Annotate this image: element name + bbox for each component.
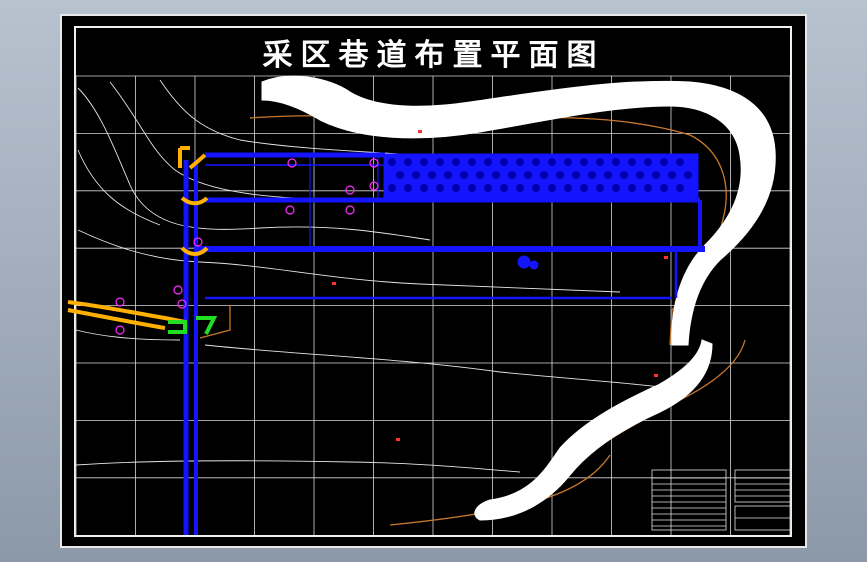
- panel-hole: [452, 158, 460, 166]
- panel-hole: [604, 171, 612, 179]
- panel-hole: [468, 158, 476, 166]
- panel-hole: [548, 184, 556, 192]
- panel-hole: [420, 158, 428, 166]
- panel-hole: [612, 184, 620, 192]
- panel-hole: [428, 171, 436, 179]
- sump: [529, 260, 539, 270]
- panel-hole: [564, 184, 572, 192]
- panel-hole: [572, 171, 580, 179]
- info-table: [734, 469, 792, 503]
- contour-lines: [75, 79, 671, 473]
- panel-hole: [612, 158, 620, 166]
- panel-hole: [652, 171, 660, 179]
- panel-hole: [564, 158, 572, 166]
- panel-hole: [556, 171, 564, 179]
- panel-hole: [452, 184, 460, 192]
- panel-hole: [644, 184, 652, 192]
- panel-hole: [532, 158, 540, 166]
- contour-line: [75, 460, 521, 473]
- panel-hole: [484, 158, 492, 166]
- panel-hole: [524, 171, 532, 179]
- contour-line: [75, 329, 181, 341]
- river-lower: [474, 339, 713, 521]
- panel-hole: [388, 184, 396, 192]
- panel-hole: [516, 158, 524, 166]
- panel-hole: [660, 158, 668, 166]
- panel-hole: [660, 184, 668, 192]
- panel-hole: [492, 171, 500, 179]
- panel-hole: [596, 158, 604, 166]
- panel-hole: [532, 184, 540, 192]
- panel-hole: [484, 184, 492, 192]
- panel-hole: [500, 158, 508, 166]
- panel-hole: [540, 171, 548, 179]
- panel-hole: [684, 171, 692, 179]
- panel-hole: [676, 158, 684, 166]
- panel-hole: [436, 158, 444, 166]
- legend-table: [651, 469, 727, 531]
- panel-hole: [668, 171, 676, 179]
- title-block: [651, 469, 792, 531]
- panel-hole: [628, 158, 636, 166]
- panel-hole: [476, 171, 484, 179]
- panel-hole: [508, 171, 516, 179]
- panel-hole: [580, 184, 588, 192]
- panel-hole: [588, 171, 596, 179]
- panel-hole: [404, 184, 412, 192]
- contour-line: [204, 344, 671, 389]
- sump: [517, 255, 531, 269]
- panel-hole: [516, 184, 524, 192]
- contour-line: [77, 149, 161, 226]
- equipment-symbol: [168, 316, 218, 335]
- panel-hole: [388, 158, 396, 166]
- panel-hole: [580, 158, 588, 166]
- panel-hole: [620, 171, 628, 179]
- panel-hole: [412, 171, 420, 179]
- panel-hole: [396, 171, 404, 179]
- panel-hole: [644, 158, 652, 166]
- cad-drawing: [67, 75, 792, 535]
- panel-hole: [676, 184, 684, 192]
- panel-hole: [420, 184, 428, 192]
- panel-hole: [468, 184, 476, 192]
- panel-hole: [436, 184, 444, 192]
- panel-hole: [628, 184, 636, 192]
- panel-hole: [500, 184, 508, 192]
- panel-hole: [636, 171, 644, 179]
- panel-hole: [404, 158, 412, 166]
- panel-hole: [596, 184, 604, 192]
- drawing-title: 采区巷道布置平面图: [262, 38, 605, 73]
- contour-line: [77, 229, 621, 293]
- panel-hole: [444, 171, 452, 179]
- panel-hole: [460, 171, 468, 179]
- panel-hole: [548, 158, 556, 166]
- incline-adit: [67, 308, 166, 330]
